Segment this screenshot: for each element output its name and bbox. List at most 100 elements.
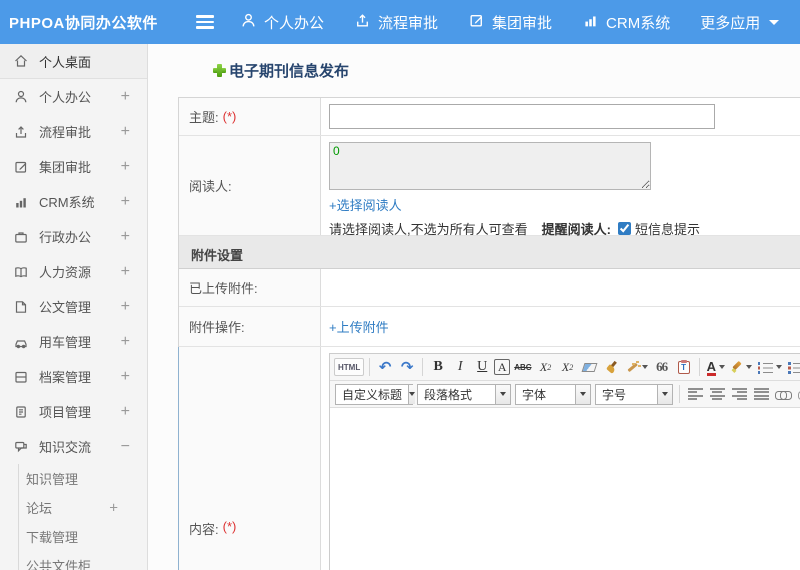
nav-group-approval[interactable]: 集团审批 [468,12,552,33]
sidebar-subitem-forum[interactable]: 论坛 + [19,493,147,522]
sidebar-item-project-mgmt[interactable]: 项目管理 + [0,394,147,429]
subject-input[interactable] [329,104,715,129]
expand-plus-icon[interactable]: + [109,499,118,516]
font-family-select[interactable]: 字体 [515,383,591,405]
readers-hint-text: 请选择阅读人,不选为所有人可查看 [329,222,528,237]
italic-button[interactable]: I [450,356,470,378]
blockquote-button[interactable]: 66 [652,356,672,378]
sms-checkbox[interactable] [617,222,631,235]
quick-format-button[interactable] [624,356,650,378]
select-label: 段落格式 [424,387,473,402]
superscript-button[interactable]: X2 [536,356,556,378]
sidebar-item-group-approval[interactable]: 集团审批 + [0,149,147,184]
sidebar-item-label: 公文管理 [39,300,92,315]
content-value-cell: HTML B I U A ABC X2 X2 [321,347,800,570]
sidebar-item-vehicle-mgmt[interactable]: 用车管理 + [0,324,147,359]
font-size-select[interactable]: 字号 [595,383,673,405]
strikethrough-button[interactable]: ABC [512,356,533,378]
nav-more-apps[interactable]: 更多应用 [700,12,780,33]
hamburger-menu-icon[interactable] [196,15,214,29]
briefcase-icon [13,229,29,245]
sidebar-item-personal-office[interactable]: 个人办公 + [0,79,147,114]
redo-icon[interactable] [397,356,417,378]
document-icon [13,299,29,315]
subject-row: 主题: (*) [179,98,800,136]
app-brand: PHPOA协同办公软件 [9,14,158,32]
paste-as-text-button[interactable]: T [674,356,694,378]
book-icon [13,264,29,280]
subscript-button[interactable]: X2 [558,356,578,378]
sidebar-subitem-label: 论坛 [26,501,53,516]
unordered-list-button[interactable] [786,356,800,378]
font-color-button[interactable]: A [705,356,727,378]
toolbar-separator [369,358,371,376]
sidebar-item-label: 知识交流 [39,440,92,455]
highlight-color-button[interactable] [729,356,754,378]
editor-content-area[interactable] [330,408,800,570]
heading-select[interactable]: 自定义标题 [335,383,416,405]
sidebar-subitem-knowledge-mgmt[interactable]: 知识管理 [19,464,147,493]
readers-value-cell: +选择阅读人 请选择阅读人,不选为所有人可查看 提醒阅读人: 短信息提示 [321,136,800,237]
insert-link-button[interactable] [773,383,794,405]
remove-link-button[interactable] [796,383,800,405]
edit-icon [13,159,29,175]
nav-personal-office[interactable]: 个人办公 [240,12,324,33]
remove-format-button[interactable]: A [494,359,511,375]
expand-plus-icon[interactable]: + [121,88,130,106]
label-text: 阅读人: [189,179,232,194]
ordered-list-button[interactable] [756,356,784,378]
nav-label: 集团审批 [492,14,553,32]
expand-plus-icon[interactable]: + [121,403,130,421]
sidebar-item-knowledge-exchange[interactable]: 知识交流 − [0,429,147,464]
align-center-button[interactable] [707,383,727,405]
sidebar-item-admin-office[interactable]: 行政办公 + [0,219,147,254]
sidebar-item-archive-mgmt[interactable]: 档案管理 + [0,359,147,394]
expand-plus-icon[interactable]: + [121,228,130,246]
undo-icon[interactable] [375,356,395,378]
toolbar-separator [698,358,700,376]
readers-textarea[interactable] [329,142,651,190]
dropdown-arrow-icon [718,365,725,369]
expand-plus-icon[interactable]: + [121,368,130,386]
expand-plus-icon[interactable]: + [121,333,130,351]
expand-plus-icon[interactable]: + [121,263,130,281]
sidebar-item-label: CRM系统 [39,195,95,210]
underline-button[interactable]: U [472,356,492,378]
align-left-button[interactable] [685,383,705,405]
sub-idx: 2 [569,362,574,372]
sidebar-item-label: 项目管理 [39,405,92,420]
sidebar-item-document-mgmt[interactable]: 公文管理 + [0,289,147,324]
attachment-section-header: 附件设置 [179,236,800,269]
choose-readers-link[interactable]: +选择阅读人 [329,198,402,213]
sidebar-item-crm-system[interactable]: CRM系统 + [0,184,147,219]
expand-plus-icon[interactable]: + [121,123,130,141]
paragraph-format-select[interactable]: 段落格式 [417,383,511,405]
bold-button[interactable]: B [428,356,448,378]
uploaded-value-cell [321,269,800,306]
sidebar-item-personal-desktop[interactable]: 个人桌面 [0,44,147,79]
upload-attachment-link[interactable]: +上传附件 [329,317,389,336]
align-justify-button[interactable] [751,383,771,405]
expand-plus-icon[interactable]: + [121,158,130,176]
sidebar-subitem-public-file-cabinet[interactable]: 公共文件柜 [19,551,147,570]
sidebar: 个人桌面 个人办公 + 流程审批 + 集团审批 + CRM系统 + 行政办公 + [0,44,148,570]
align-right-button[interactable] [729,383,749,405]
sidebar-item-label: 档案管理 [39,370,92,385]
sidebar-item-hr[interactable]: 人力资源 + [0,254,147,289]
sidebar-item-flow-approval[interactable]: 流程审批 + [0,114,147,149]
page-title: 电子期刊信息发布 [229,62,350,80]
collapse-minus-icon[interactable]: − [121,438,130,456]
dropdown-arrow-icon [641,365,648,369]
expand-plus-icon[interactable]: + [121,193,130,211]
nav-crm-system[interactable]: CRM系统 [582,12,670,33]
nav-flow-approval[interactable]: 流程审批 [354,12,438,33]
eraser-button[interactable] [580,356,600,378]
html-source-button[interactable]: HTML [334,358,365,376]
format-brush-button[interactable] [602,356,622,378]
nav-label: 更多应用 [700,14,761,32]
sidebar-subitem-download-mgmt[interactable]: 下载管理 [19,522,147,551]
archive-icon [13,369,29,385]
nav-label: 个人办公 [264,14,325,32]
required-mark: (*) [222,109,237,124]
expand-plus-icon[interactable]: + [121,298,130,316]
